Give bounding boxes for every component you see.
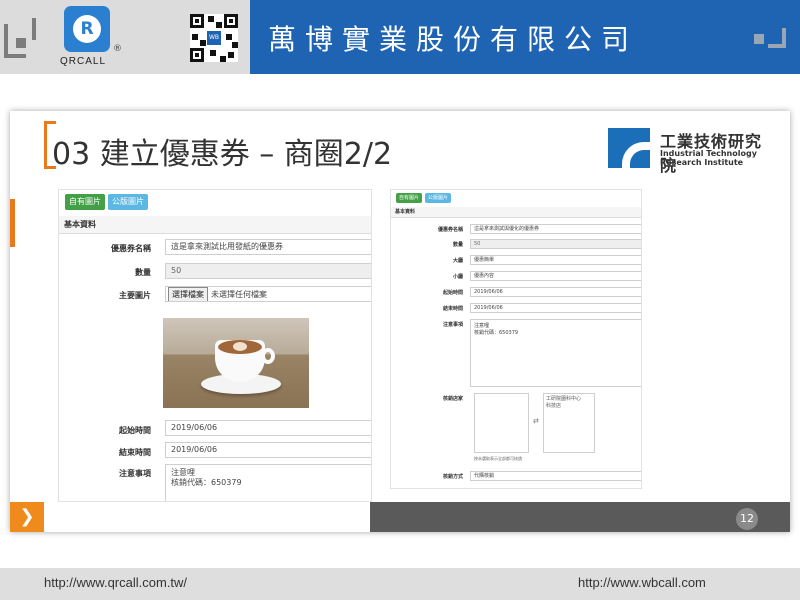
qr-badge: WB <box>207 31 221 45</box>
redeem-stores-hint: 按未選取表示全部都可核銷 <box>474 456 522 461</box>
slide-accent-bar <box>10 199 15 247</box>
start-time-input[interactable]: 2019/06/06 <box>470 287 641 297</box>
quantity-input[interactable]: 50 <box>165 263 371 279</box>
section-basic-info: 基本資料 <box>59 216 371 234</box>
corner-decoration-right <box>754 28 798 56</box>
label-notes: 注意事項 <box>119 469 151 478</box>
label-redeem-stores: 核銷店家 <box>442 396 463 402</box>
transfer-arrows-icon[interactable]: ⇄ <box>533 417 539 425</box>
slide-bottom-bar <box>370 502 790 532</box>
quantity-input[interactable]: 50 <box>470 239 641 249</box>
tab-template-images[interactable]: 公版圖片 <box>108 194 148 210</box>
notes-textarea[interactable]: 注意哩 核銷代碼：650379 <box>470 319 641 387</box>
corner-decoration-left <box>4 18 44 58</box>
footer-link-wbcall[interactable]: http://www.wbcall.com <box>578 575 706 590</box>
itri-logo: 工業技術研究院 Industrial Technology Research I… <box>608 128 778 175</box>
tab-template-images[interactable]: 公版圖片 <box>425 193 451 203</box>
right-coupon-form: 自有圖片 公版圖片 基本資料 優惠券名稱 這是拿來測試與優化的優惠券 數量 50… <box>390 189 642 489</box>
hall-main-input[interactable]: 優惠簡單 <box>470 255 641 265</box>
label-end-time: 結束時間 <box>119 448 151 457</box>
file-status-text: 未選擇任何檔案 <box>211 290 267 299</box>
chevron-right-icon: ❯ <box>19 506 35 527</box>
main-image-file-input[interactable]: 選擇檔案 未選擇任何檔案 <box>165 286 371 302</box>
label-start-time: 起始時間 <box>442 290 463 296</box>
label-notes: 注意事項 <box>442 322 463 328</box>
qr-code-icon: WB <box>190 14 238 62</box>
footer-right-band <box>252 568 800 600</box>
label-hall-sub: 小廳 <box>452 274 463 280</box>
coffee-cup-image <box>163 318 309 408</box>
label-start-time: 起始時間 <box>119 426 151 435</box>
itri-name-en: Industrial Technology Research Institute <box>660 149 757 167</box>
qrcall-logo-icon: R <box>64 6 110 52</box>
slide-frame: 03 建立優惠券 – 商圈2/2 工業技術研究院 Industrial Tech… <box>10 111 790 532</box>
footer-link-qrcall[interactable]: http://www.qrcall.com.tw/ <box>44 575 187 590</box>
end-time-input[interactable]: 2019/06/06 <box>470 303 641 313</box>
next-slide-button[interactable]: ❯ <box>10 502 44 532</box>
redeem-method-input[interactable]: 代購核銷 <box>470 471 641 481</box>
label-end-time: 結束時間 <box>442 306 463 312</box>
start-time-input[interactable]: 2019/06/06 <box>165 420 371 436</box>
tab-own-images[interactable]: 自有圖片 <box>65 194 105 210</box>
itri-mark-icon <box>608 128 650 168</box>
label-redeem-method: 核銷方式 <box>442 474 463 480</box>
end-time-input[interactable]: 2019/06/06 <box>165 442 371 458</box>
selected-stores-list[interactable]: 工研院園科中心 科技店 <box>543 393 595 453</box>
label-quantity: 數量 <box>452 242 463 248</box>
coupon-name-input[interactable]: 這是拿來測試與優化的優惠券 <box>470 224 641 234</box>
label-quantity: 數量 <box>135 268 151 277</box>
page-number-badge: 12 <box>736 508 758 530</box>
choose-file-button[interactable]: 選擇檔案 <box>168 287 208 301</box>
available-stores-list[interactable] <box>474 393 529 453</box>
registered-mark: ® <box>113 44 122 54</box>
hall-sub-input[interactable]: 優惠內容 <box>470 271 641 281</box>
coupon-name-input[interactable]: 這是拿來測試比用發紙的優惠券 <box>165 239 371 255</box>
label-coupon-name: 優惠券名稱 <box>111 244 151 253</box>
brand-name: QRCALL <box>60 56 107 67</box>
section-basic-info: 基本資料 <box>391 207 641 218</box>
label-main-image: 主要圖片 <box>119 291 151 300</box>
notes-textarea[interactable]: 注意哩 核銷代碼：650379 <box>165 464 371 501</box>
tab-own-images[interactable]: 自有圖片 <box>396 193 422 203</box>
label-hall-main: 大廳 <box>452 258 463 264</box>
label-coupon-name: 優惠券名稱 <box>437 227 463 233</box>
company-name: 萬博實業股份有限公司 <box>268 23 639 56</box>
slide-title: 03 建立優惠券 – 商圈2/2 <box>52 137 393 172</box>
